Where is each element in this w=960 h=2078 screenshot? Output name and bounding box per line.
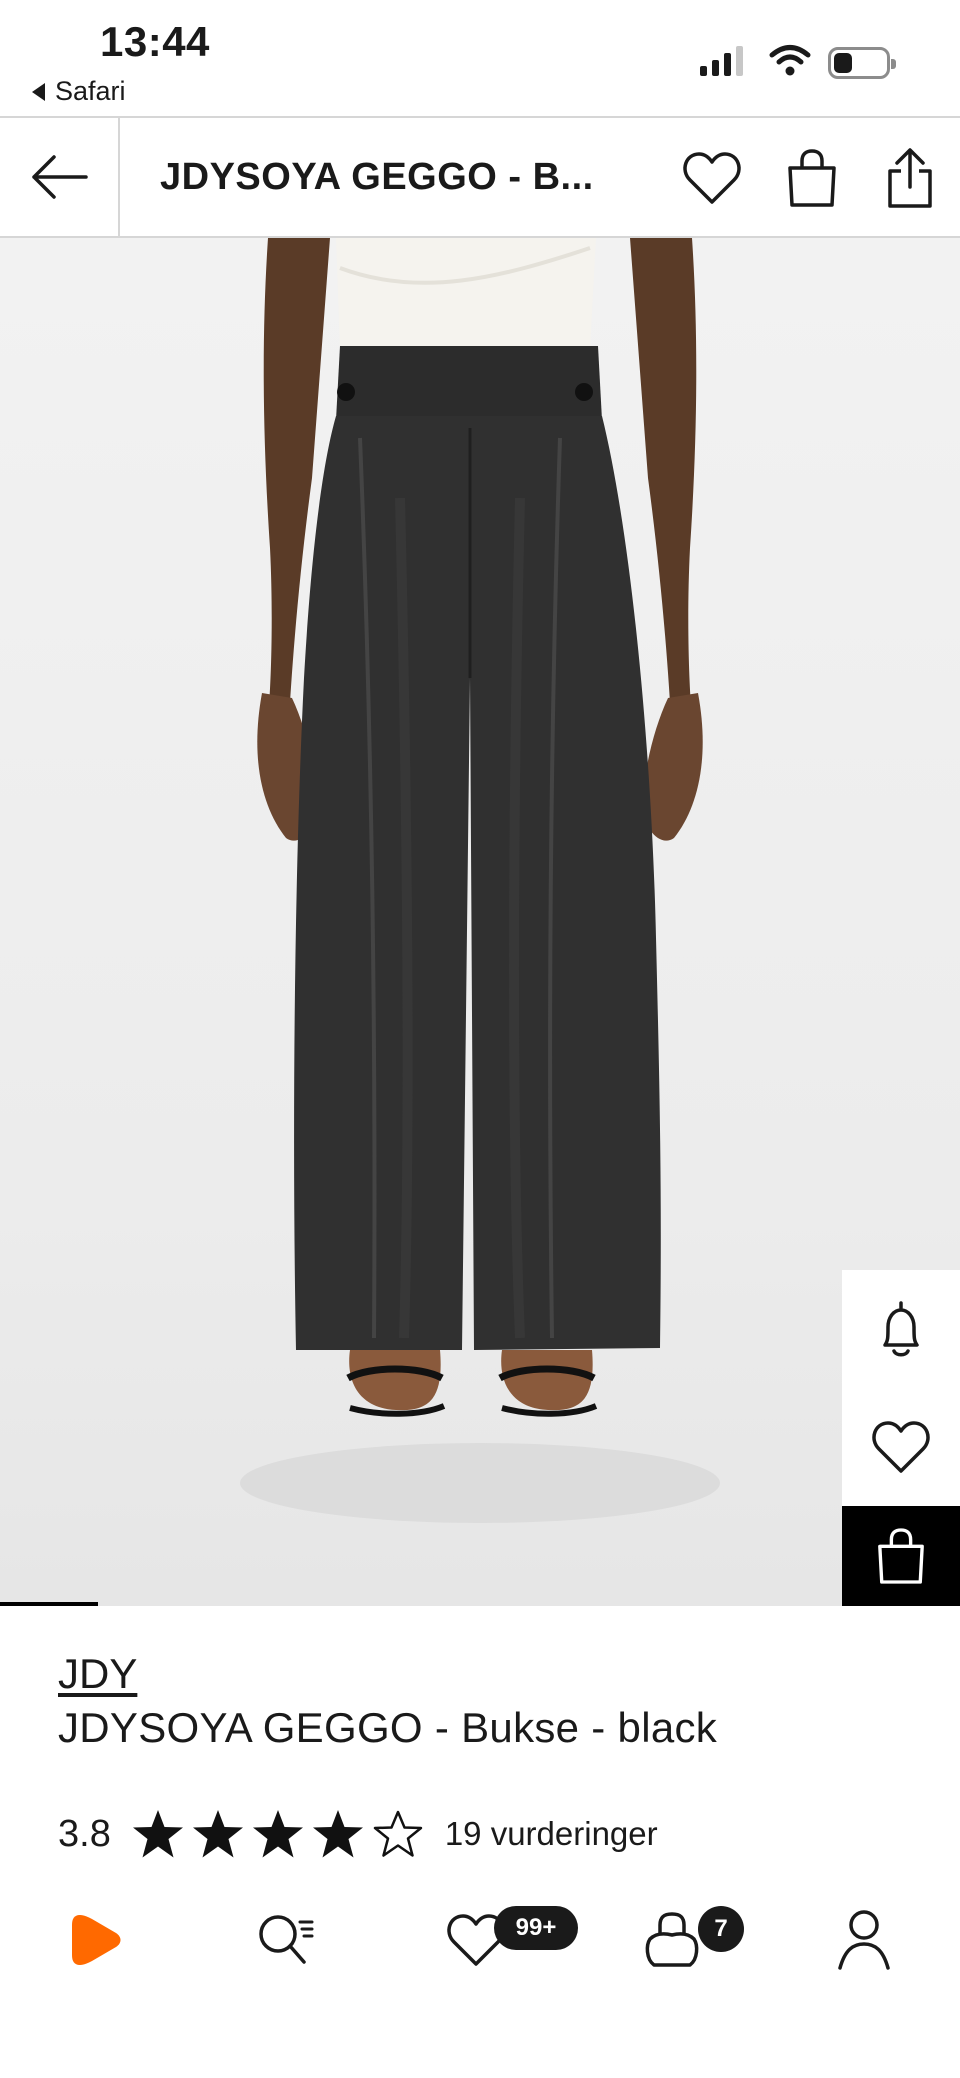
bottom-nav: 99+ 7 bbox=[0, 1890, 960, 1990]
heart-icon bbox=[683, 152, 741, 204]
product-image[interactable] bbox=[0, 238, 960, 1606]
product-header: JDYSOYA GEGGO - B... bbox=[0, 116, 960, 238]
header-wishlist-button[interactable] bbox=[680, 146, 744, 210]
rating-stars bbox=[131, 1808, 425, 1860]
review-count: 19 vurderinger bbox=[444, 1815, 658, 1852]
cart-icon bbox=[645, 1912, 699, 1967]
status-bar: 13:44 Safari bbox=[0, 0, 960, 116]
find-similar-button[interactable] bbox=[0, 1602, 98, 1606]
cart-badge: 7 bbox=[698, 1906, 744, 1952]
star-filled-icon bbox=[192, 1810, 243, 1858]
back-button[interactable] bbox=[0, 118, 120, 236]
wishlist-badge: 99+ bbox=[494, 1906, 578, 1950]
back-arrow-icon bbox=[32, 155, 88, 199]
home-logo-icon bbox=[72, 1915, 121, 1965]
rating-row[interactable]: 3.8 19 vurderinger bbox=[58, 1806, 658, 1862]
side-actions bbox=[842, 1270, 960, 1606]
star-empty-icon bbox=[373, 1810, 423, 1857]
product-name: JDYSOYA GEGGO - Bukse - black bbox=[58, 1704, 718, 1751]
wifi-icon bbox=[769, 45, 811, 76]
battery-icon bbox=[828, 47, 896, 79]
shopping-bag-icon bbox=[878, 1528, 924, 1584]
status-time: 13:44 bbox=[100, 18, 210, 65]
heart-icon bbox=[872, 1421, 930, 1473]
header-share-button[interactable] bbox=[878, 146, 942, 210]
price-alert-button[interactable] bbox=[842, 1270, 960, 1388]
star-filled-icon bbox=[312, 1810, 363, 1858]
header-title: JDYSOYA GEGGO - B... bbox=[160, 156, 594, 198]
side-add-to-cart-button[interactable] bbox=[842, 1506, 960, 1606]
back-to-app[interactable]: Safari bbox=[32, 76, 126, 107]
nav-search[interactable] bbox=[246, 1900, 326, 1980]
star-filled-icon bbox=[252, 1810, 303, 1858]
brand-link[interactable]: JDY bbox=[58, 1650, 137, 1698]
nav-home[interactable] bbox=[56, 1900, 136, 1980]
search-icon bbox=[259, 1915, 314, 1964]
profile-icon bbox=[838, 1910, 890, 1970]
nav-profile[interactable] bbox=[824, 1900, 904, 1980]
signal-icon bbox=[700, 44, 743, 76]
product-photo bbox=[240, 238, 720, 1523]
bell-icon bbox=[883, 1301, 919, 1357]
back-app-label: Safari bbox=[55, 76, 126, 106]
shopping-bag-icon bbox=[788, 149, 836, 207]
rating-value: 3.8 bbox=[58, 1812, 111, 1855]
header-cart-button[interactable] bbox=[780, 146, 844, 210]
share-icon bbox=[888, 148, 932, 208]
side-wishlist-button[interactable] bbox=[842, 1388, 960, 1506]
back-triangle-icon bbox=[32, 82, 45, 101]
star-filled-icon bbox=[132, 1810, 183, 1858]
